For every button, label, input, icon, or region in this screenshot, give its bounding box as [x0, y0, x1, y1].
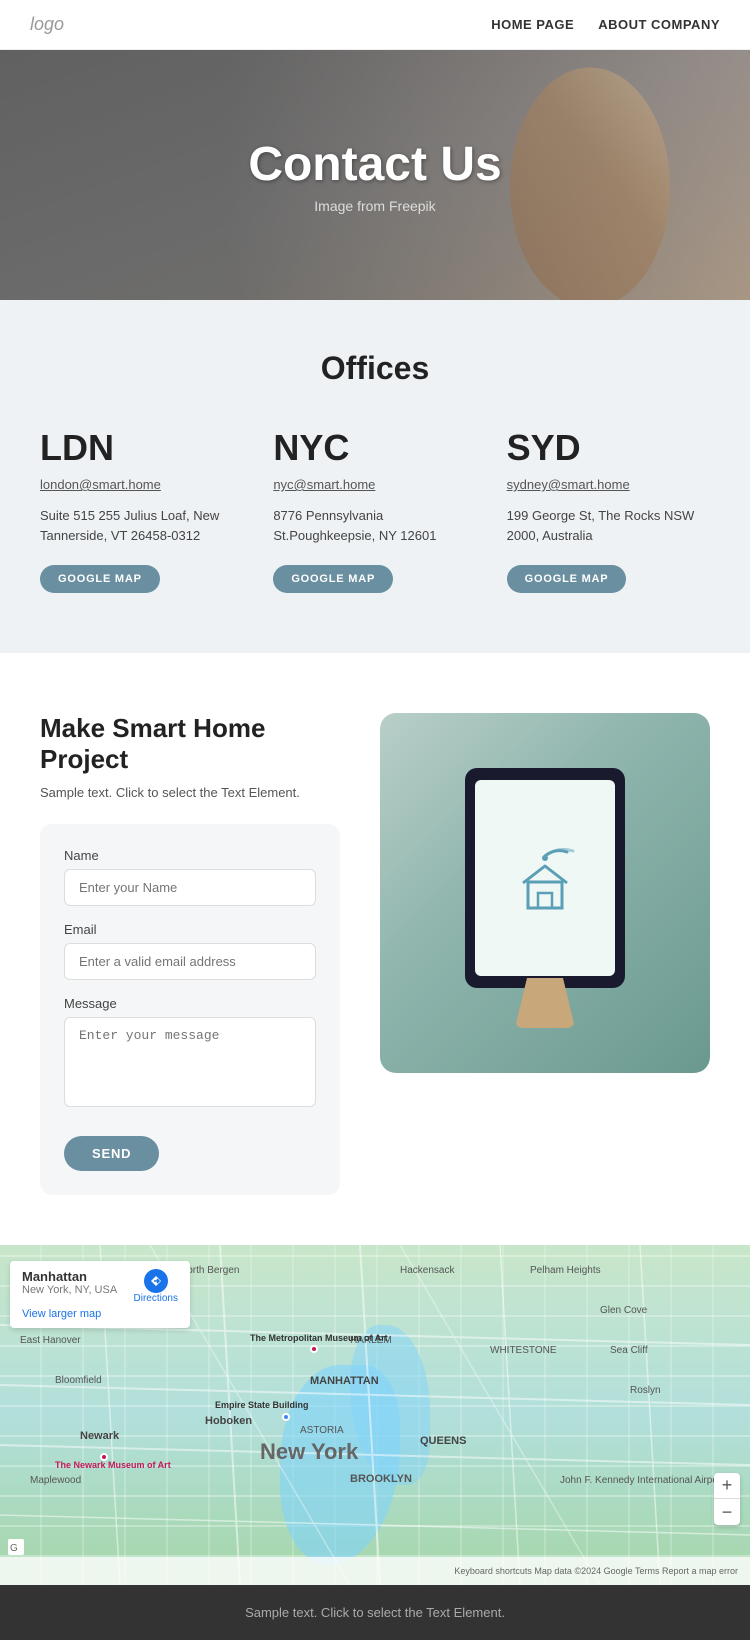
- name-input[interactable]: [64, 869, 316, 906]
- smart-right: [380, 713, 710, 1073]
- send-button[interactable]: SEND: [64, 1136, 159, 1171]
- zoom-in-button[interactable]: +: [714, 1473, 740, 1499]
- offices-section: Offices LDN london@smart.home Suite 515 …: [0, 300, 750, 653]
- map-info-box: Manhattan New York, NY, USA Directions V…: [10, 1261, 190, 1328]
- email-label: Email: [64, 922, 316, 937]
- tablet-illustration: [445, 758, 645, 1028]
- map-section[interactable]: Passaic East Hanover Bloomfield Newark M…: [0, 1245, 750, 1585]
- office-address-syd: 199 George St, The Rocks NSW 2000, Austr…: [507, 506, 710, 545]
- directions-label: Directions: [134, 1293, 178, 1304]
- map-label-easthanovr: East Hanover: [20, 1335, 81, 1346]
- map-label-jfk: John F. Kennedy International Airport: [560, 1475, 724, 1486]
- hero-title: Contact Us: [248, 137, 501, 192]
- map-larger-link[interactable]: View larger map: [22, 1308, 178, 1320]
- offices-title: Offices: [40, 350, 710, 387]
- form-group-name: Name: [64, 848, 316, 906]
- map-label-bloomfield: Bloomfield: [55, 1375, 102, 1386]
- smart-home-image: [380, 713, 710, 1073]
- smart-left: Make Smart Home Project Sample text. Cli…: [40, 713, 340, 1195]
- offices-grid: LDN london@smart.home Suite 515 255 Juli…: [40, 427, 710, 593]
- office-email-nyc[interactable]: nyc@smart.home: [273, 477, 476, 492]
- map-info-sub: New York, NY, USA: [22, 1284, 117, 1296]
- map-info-title: Manhattan: [22, 1269, 117, 1284]
- office-city-nyc: NYC: [273, 427, 476, 469]
- map-small-icon: G: [8, 1539, 24, 1555]
- zoom-out-button[interactable]: −: [714, 1499, 740, 1525]
- tablet-frame: [465, 768, 625, 988]
- logo: logo: [30, 14, 64, 35]
- google-map-btn-syd[interactable]: GOOGLE MAP: [507, 565, 627, 593]
- contact-form-card: Name Email Message SEND: [40, 824, 340, 1195]
- hero-subtitle: Image from Freepik: [248, 198, 501, 214]
- nav-about[interactable]: ABOUT COMPANY: [598, 17, 720, 32]
- map-zoom-controls: + −: [714, 1473, 740, 1525]
- nav-home[interactable]: HOME PAGE: [491, 17, 574, 32]
- directions-button[interactable]: Directions: [134, 1269, 178, 1304]
- smart-layout: Make Smart Home Project Sample text. Cli…: [40, 713, 710, 1195]
- map-label-hacksack: Hackensack: [400, 1265, 454, 1276]
- map-label-whitestone: WHITESTONE: [490, 1345, 556, 1356]
- message-textarea[interactable]: [64, 1017, 316, 1107]
- smart-section: Make Smart Home Project Sample text. Cli…: [0, 653, 750, 1245]
- footer: Sample text. Click to select the Text El…: [0, 1585, 750, 1640]
- smart-home-icon: [505, 838, 585, 918]
- smart-title: Make Smart Home Project: [40, 713, 340, 775]
- office-city-syd: SYD: [507, 427, 710, 469]
- map-label-seacliff: Sea Cliff: [610, 1345, 648, 1356]
- name-label: Name: [64, 848, 316, 863]
- map-label-brooklyn: BROOKLYN: [350, 1473, 412, 1485]
- hero-content: Contact Us Image from Freepik: [248, 137, 501, 214]
- google-map-btn-ldn[interactable]: GOOGLE MAP: [40, 565, 160, 593]
- map-label-astoria: ASTORIA: [300, 1425, 344, 1436]
- message-label: Message: [64, 996, 316, 1011]
- map-label-queens: QUEENS: [420, 1435, 466, 1447]
- map-label-manhattan: MANHATTAN: [310, 1375, 379, 1387]
- email-input[interactable]: [64, 943, 316, 980]
- map-label-newark: Newark: [80, 1430, 119, 1442]
- smart-desc: Sample text. Click to select the Text El…: [40, 785, 340, 800]
- map-label-roslyn: Roslyn: [630, 1385, 661, 1396]
- footer-text: Sample text. Click to select the Text El…: [40, 1605, 710, 1620]
- map-label-pelhamhts: Pelham Heights: [530, 1265, 601, 1276]
- office-card-nyc: NYC nyc@smart.home 8776 Pennsylvania St.…: [273, 427, 476, 593]
- directions-icon: [144, 1269, 168, 1293]
- office-card-syd: SYD sydney@smart.home 199 George St, The…: [507, 427, 710, 593]
- office-address-ldn: Suite 515 255 Julius Loaf, New Tannersid…: [40, 506, 243, 545]
- svg-text:G: G: [10, 1543, 18, 1554]
- office-email-syd[interactable]: sydney@smart.home: [507, 477, 710, 492]
- map-label-newyork: New York: [260, 1439, 358, 1465]
- office-city-ldn: LDN: [40, 427, 243, 469]
- map-bottom-bar: Keyboard shortcuts Map data ©2024 Google…: [0, 1557, 750, 1585]
- office-address-nyc: 8776 Pennsylvania St.Poughkeepsie, NY 12…: [273, 506, 476, 545]
- form-group-message: Message: [64, 996, 316, 1112]
- google-map-btn-nyc[interactable]: GOOGLE MAP: [273, 565, 393, 593]
- map-bottom-text: Keyboard shortcuts Map data ©2024 Google…: [454, 1566, 738, 1576]
- tablet-screen: [475, 780, 615, 976]
- form-group-email: Email: [64, 922, 316, 980]
- map-empire-state-label: Empire State Building: [215, 1400, 309, 1410]
- map-label-glencove: Glen Cove: [600, 1305, 647, 1316]
- nav-links: HOME PAGE ABOUT COMPANY: [491, 17, 720, 32]
- navbar: logo HOME PAGE ABOUT COMPANY: [0, 0, 750, 50]
- hero-section: Contact Us Image from Freepik: [0, 50, 750, 300]
- office-card-ldn: LDN london@smart.home Suite 515 255 Juli…: [40, 427, 243, 593]
- office-email-ldn[interactable]: london@smart.home: [40, 477, 243, 492]
- map-empire-state-marker: [282, 1413, 290, 1421]
- map-label-maplewood: Maplewood: [30, 1475, 81, 1486]
- map-label-hoboken: Hoboken: [205, 1415, 252, 1427]
- map-newark-museums-label: The Newark Museum of Art: [55, 1460, 171, 1470]
- map-metropolitan-label: The Metropolitan Museum of Art: [250, 1333, 388, 1343]
- map-metropolitan-marker: [310, 1345, 318, 1353]
